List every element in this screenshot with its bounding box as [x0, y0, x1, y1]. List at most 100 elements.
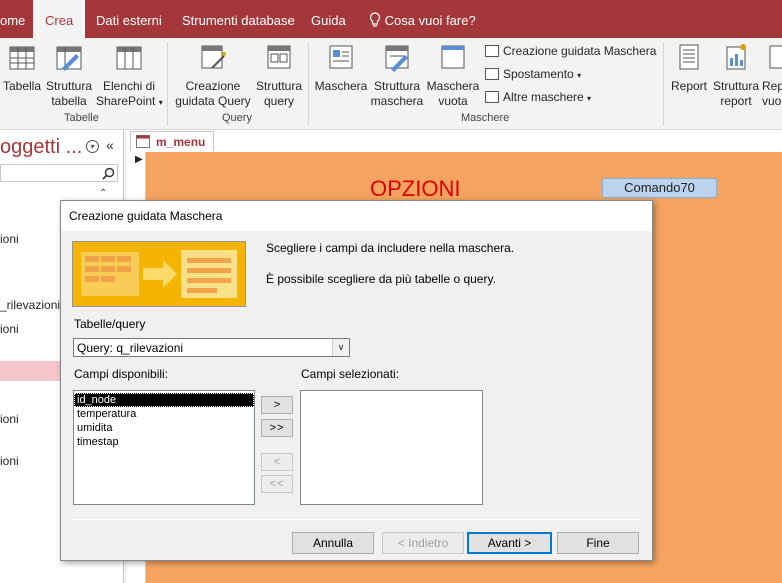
form-design-label-1: Struttura — [373, 79, 421, 93]
command-button[interactable]: Comando70 — [602, 178, 717, 198]
nav-collapse-icon[interactable]: « — [106, 137, 114, 153]
group-separator — [663, 42, 664, 126]
move-one-button[interactable]: > — [261, 396, 293, 414]
report-icon — [679, 44, 699, 70]
blank-form-label-1: Maschera — [426, 79, 480, 93]
query-design-label-2: query — [263, 94, 295, 108]
tables-queries-label: Tabelle/query — [74, 317, 146, 331]
selected-fields-list[interactable] — [300, 390, 483, 505]
chevron-up-icon[interactable]: ⌃ — [99, 188, 107, 199]
nav-item[interactable]: ioni — [0, 232, 19, 246]
dialog-divider — [73, 519, 641, 520]
wizard-illustration — [72, 241, 246, 307]
blank-form-button[interactable]: Maschera vuota — [426, 42, 480, 109]
nav-item[interactable]: _rilevazioni — [0, 298, 60, 312]
group-label-forms: Maschere — [461, 112, 510, 124]
sharepoint-lists-label-2: SharePoint ▾ — [96, 94, 163, 110]
nav-menu-dropdown-icon[interactable]: ▾ — [86, 140, 99, 153]
blank-form-label-2: vuota — [438, 94, 468, 108]
report-design-button[interactable]: Struttura report — [711, 42, 761, 109]
query-wizard-button[interactable]: Creazione guidata Query — [174, 42, 252, 109]
document-tab-label: m_menu — [156, 135, 206, 149]
tables-queries-select[interactable]: Query: q_rilevazioni ∨ — [73, 338, 350, 357]
tab-home[interactable]: ome — [0, 0, 25, 38]
group-label-queries: Query — [222, 112, 252, 124]
form-icon — [136, 135, 150, 148]
sharepoint-lists-label-1: Elenchi di — [102, 79, 156, 93]
nav-item[interactable]: ioni — [0, 454, 19, 468]
navigation-label: Spostamento — [503, 67, 574, 81]
form-label: Maschera — [314, 79, 368, 93]
form-button[interactable]: Maschera — [313, 42, 369, 94]
blank-report-label-2: vuo — [762, 94, 782, 108]
finish-button[interactable]: Fine — [557, 532, 639, 554]
more-forms-label: Altre maschere — [503, 90, 584, 104]
query-design-button[interactable]: Struttura query — [254, 42, 304, 109]
query-design-label-1: Struttura — [255, 79, 303, 93]
selected-fields-label: Campi selezionati: — [301, 367, 400, 381]
form-design-button[interactable]: Struttura maschera — [370, 42, 424, 109]
query-wizard-label-2: guidata Query — [175, 94, 251, 108]
nav-pane-title[interactable]: oggetti ... — [0, 136, 82, 159]
list-item[interactable]: temperatura — [74, 407, 254, 421]
available-fields-list[interactable]: id_node temperatura umidita timestap — [73, 390, 255, 505]
table-design-label-1: Struttura — [45, 79, 93, 93]
tab-create[interactable]: Crea — [33, 0, 86, 38]
report-design-label-2: report — [720, 94, 752, 108]
cancel-button[interactable]: Annulla — [292, 532, 374, 554]
document-tab-m-menu[interactable]: m_menu — [130, 131, 214, 151]
table-button[interactable]: Tabella — [2, 42, 42, 94]
instruction-text-2: È possibile scegliere da più tabelle o q… — [266, 272, 496, 286]
next-button[interactable]: Avanti > — [467, 532, 552, 554]
back-button[interactable]: < Indietro — [382, 532, 464, 554]
move-all-button[interactable]: >> — [261, 419, 293, 437]
table-label: Tabella — [2, 79, 42, 93]
form-design-icon — [385, 45, 409, 72]
table-design-button[interactable]: Struttura tabella — [44, 42, 94, 109]
wizard-illustration-icon — [73, 242, 245, 306]
blank-report-label-1: Rep — [762, 79, 782, 93]
more-forms-icon — [485, 91, 499, 103]
search-icon — [102, 167, 115, 180]
query-wizard-label-1: Creazione — [185, 79, 241, 93]
ribbon: Tabella Struttura tabella Elenchi di Sha… — [0, 38, 782, 130]
form-wizard-button[interactable]: Creazione guidata Maschera — [485, 43, 656, 59]
dropdown-caret-icon: ▾ — [577, 71, 582, 80]
form-wizard-label: Creazione guidata Maschera — [503, 44, 657, 58]
report-button[interactable]: Report — [668, 42, 710, 94]
report-label: Report — [670, 79, 708, 93]
table-icon — [9, 46, 35, 70]
report-design-icon — [726, 44, 746, 70]
blank-report-icon — [769, 45, 782, 69]
blank-report-button[interactable]: Rep vuo — [762, 42, 782, 109]
tab-database-tools[interactable]: Strumenti database — [182, 0, 295, 38]
group-separator — [167, 42, 168, 126]
group-separator — [308, 42, 309, 126]
tab-external-data[interactable]: Dati esterni — [96, 0, 162, 38]
list-item[interactable]: id_node — [74, 393, 254, 407]
form-wizard-dialog: Creazione guidata Maschera Scegliere i c… — [60, 200, 653, 561]
tables-queries-value: Query: q_rilevazioni — [77, 341, 184, 355]
navigation-icon — [485, 68, 499, 80]
remove-all-button[interactable]: << — [261, 475, 293, 493]
nav-item[interactable]: ioni — [0, 322, 19, 336]
nav-search-input[interactable] — [0, 164, 118, 182]
tell-me-search[interactable]: Cosa vuoi fare? — [369, 0, 476, 38]
list-item[interactable]: umidita — [74, 421, 254, 435]
instruction-text-1: Scegliere i campi da includere nella mas… — [266, 241, 515, 255]
more-forms-button[interactable]: Altre maschere ▾ — [485, 89, 591, 107]
sharepoint-lists-button[interactable]: Elenchi di SharePoint ▾ — [96, 42, 163, 110]
form-design-label-2: maschera — [370, 94, 424, 108]
nav-item[interactable]: ioni — [0, 412, 19, 426]
remove-one-button[interactable]: < — [261, 453, 293, 471]
tell-me-label: Cosa vuoi fare? — [384, 13, 476, 28]
tab-help[interactable]: Guida — [311, 0, 346, 38]
ribbon-tab-bar: ome Crea Dati esterni Strumenti database… — [0, 0, 782, 38]
dialog-title: Creazione guidata Maschera — [61, 201, 652, 231]
chevron-down-icon[interactable]: ∨ — [332, 339, 349, 356]
list-item[interactable]: timestap — [74, 435, 254, 449]
query-design-icon — [267, 45, 291, 69]
form-icon — [329, 45, 353, 69]
dropdown-caret-icon: ▾ — [587, 94, 592, 103]
navigation-button[interactable]: Spostamento ▾ — [485, 66, 581, 84]
